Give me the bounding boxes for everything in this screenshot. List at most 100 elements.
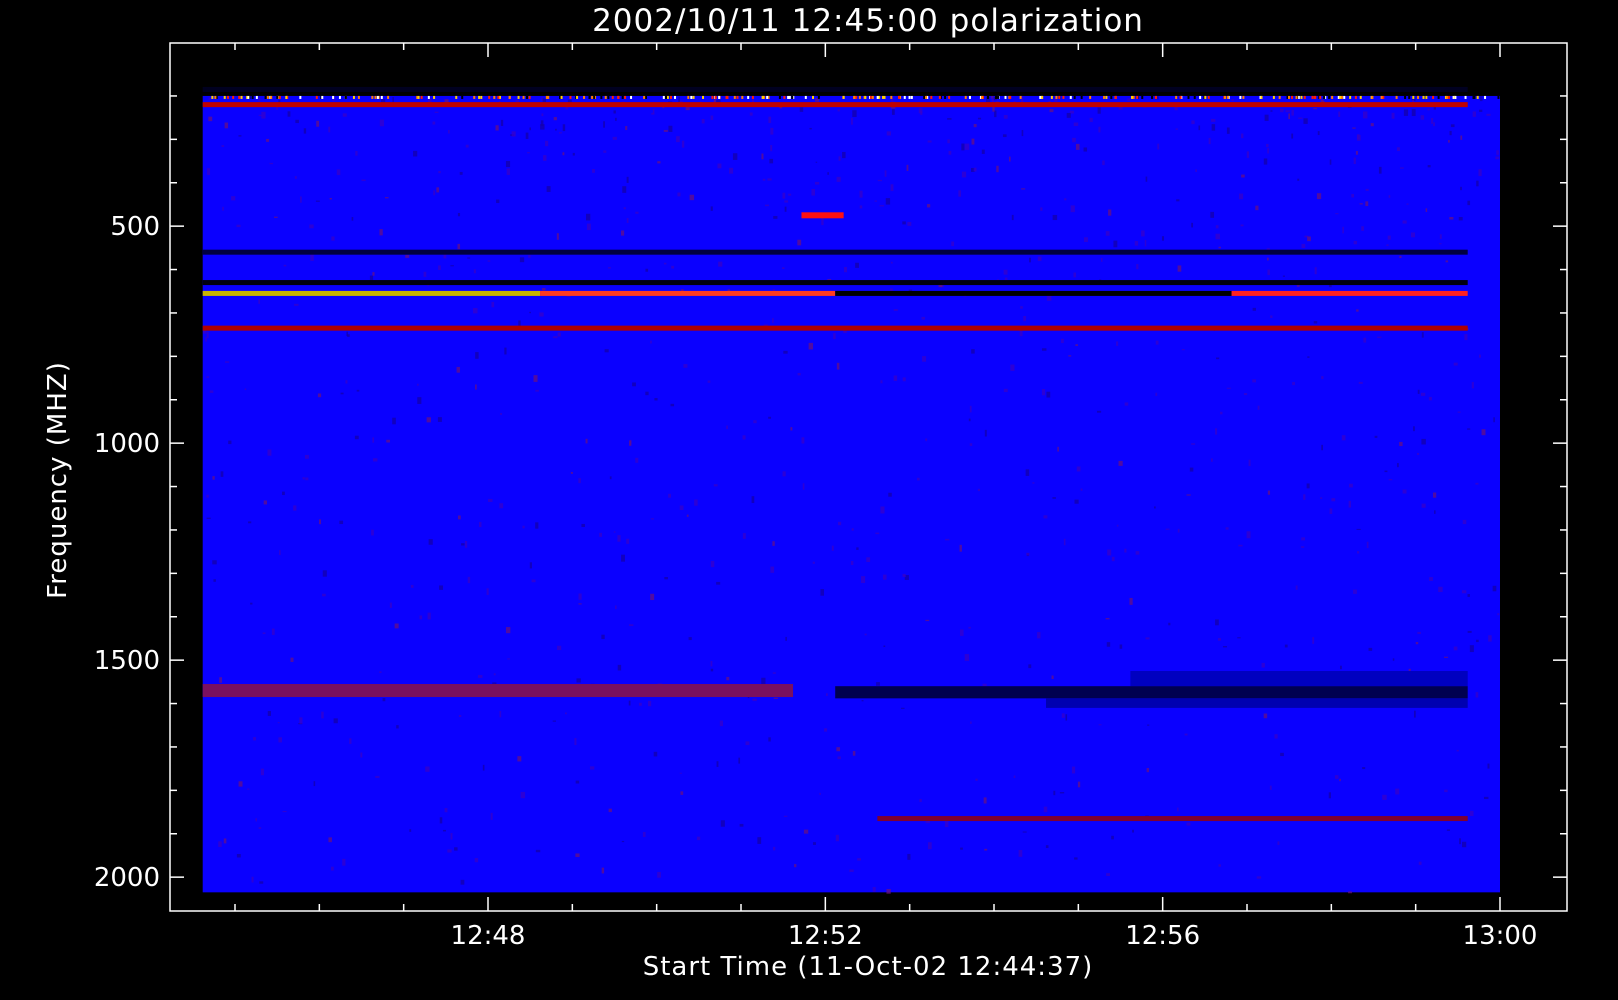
speckle-cell (1343, 95, 1346, 99)
noise-cell (769, 158, 774, 164)
noise-cell (1421, 332, 1424, 338)
noise-cell (511, 131, 516, 137)
noise-cell (1421, 438, 1426, 445)
noise-cell (457, 243, 461, 250)
y-tick-label: 1500 (94, 646, 160, 676)
speckle-cell (1354, 95, 1357, 99)
speckle-cell (528, 95, 531, 99)
noise-cell (1076, 466, 1081, 472)
noise-cell (603, 121, 605, 128)
speckle-cell (714, 95, 717, 99)
speckle-cell (264, 95, 267, 99)
noise-cell (996, 165, 999, 173)
noise-cell (642, 831, 646, 837)
speckle-cell (1004, 95, 1007, 99)
noise-cell (1002, 134, 1007, 138)
spectrogram-chart: 2002/10/11 12:45:00 polarization 500 1000… (0, 0, 1618, 1000)
noise-cell (625, 126, 628, 131)
noise-cell (710, 206, 713, 211)
noise-cell (266, 138, 270, 142)
speckle-cell (278, 95, 281, 99)
noise-cell (1328, 792, 1331, 799)
noise-cell (599, 532, 602, 537)
noise-cell (208, 97, 211, 100)
speckle-cell (930, 95, 933, 99)
noise-cell (354, 435, 359, 440)
speckle-cell (604, 95, 607, 99)
noise-cell (716, 761, 719, 767)
noise-cell (419, 615, 423, 620)
noise-cell (1388, 195, 1391, 198)
noise-cell (535, 849, 541, 853)
noise-cell (1469, 645, 1474, 653)
noise-cell (1073, 272, 1077, 278)
noise-cell (1300, 546, 1305, 548)
noise-cell (1391, 112, 1395, 119)
noise-cell (857, 858, 861, 861)
noise-cell (557, 332, 561, 337)
chart-title: 2002/10/11 12:45:00 polarization (592, 3, 1144, 39)
noise-cell (409, 829, 412, 832)
feature-band (1046, 698, 1468, 708)
noise-cell (439, 817, 443, 824)
noise-cell (379, 119, 384, 127)
noise-cell (879, 205, 885, 207)
noise-cell (882, 574, 887, 580)
noise-cell (592, 169, 595, 173)
speckle-cell (938, 95, 941, 99)
noise-cell (653, 751, 658, 757)
feature-line (540, 290, 836, 296)
noise-cell (529, 127, 531, 131)
noise-cell (973, 167, 977, 172)
noise-cell (1073, 122, 1079, 126)
noise-cell (1215, 225, 1219, 229)
noise-cell (739, 823, 744, 827)
noise-cell (1145, 176, 1148, 182)
noise-cell (1339, 665, 1342, 670)
noise-cell (1155, 340, 1159, 345)
noise-cell (821, 218, 824, 226)
noise-cell (1421, 503, 1426, 508)
noise-cell (459, 171, 463, 175)
noise-cell (432, 121, 436, 125)
noise-cell (1355, 151, 1358, 155)
noise-cell (373, 458, 378, 462)
speckle-cell (1136, 95, 1139, 99)
noise-cell (258, 97, 261, 102)
noise-cell (1459, 838, 1461, 845)
speckle-cell (315, 95, 318, 99)
noise-cell (1077, 781, 1081, 788)
speckle-cell (1323, 95, 1326, 99)
speckle-cell (1300, 95, 1303, 99)
noise-cell (753, 420, 757, 424)
noise-cell (1181, 349, 1185, 351)
noise-cell (228, 440, 232, 445)
noise-cell (1488, 635, 1492, 642)
noise-cell (784, 206, 787, 212)
noise-cell (426, 417, 431, 423)
noise-cell (1342, 226, 1344, 234)
speckle-cell (766, 95, 769, 99)
feature-line (202, 249, 1468, 255)
noise-cell (886, 888, 891, 894)
noise-cell (1314, 267, 1317, 275)
noise-cell (1399, 441, 1403, 447)
noise-cell (883, 645, 886, 648)
noise-cell (225, 361, 230, 363)
noise-cell (768, 416, 772, 419)
speckle-cell (600, 95, 603, 99)
noise-cell (1222, 646, 1227, 648)
noise-cell (902, 377, 906, 382)
speckle-cell (1207, 95, 1210, 99)
speckle-cell (232, 95, 235, 99)
noise-cell (1280, 108, 1284, 113)
noise-cell (1195, 169, 1197, 172)
noise-cell (1097, 107, 1101, 114)
speckle-cell (332, 95, 335, 99)
noise-cell (220, 471, 224, 477)
noise-cell (290, 657, 294, 662)
speckle-cell (687, 95, 690, 99)
noise-cell (251, 876, 254, 883)
noise-cell (1157, 143, 1160, 150)
speckle-cell (1422, 95, 1425, 99)
